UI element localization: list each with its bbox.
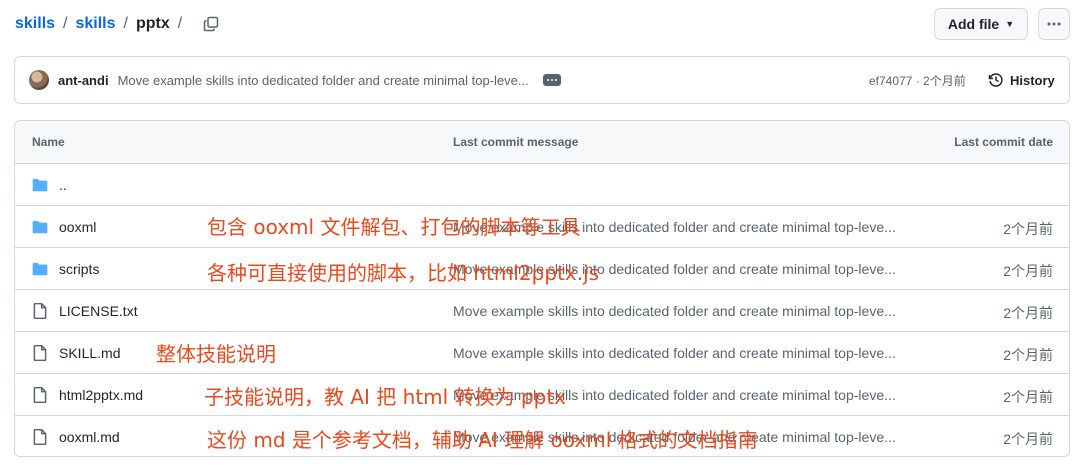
commit-message-link[interactable]: Move example skills into dedicated folde… bbox=[453, 303, 896, 319]
file-name-link[interactable]: html2pptx.md bbox=[59, 387, 143, 403]
commit-date: 2个月前 bbox=[1003, 305, 1053, 321]
annotation-ooxml-md: 这份 md 是个参考文档，辅助 AI 理解 ooxml 格式的文档指南 bbox=[207, 428, 758, 452]
table-row[interactable]: .. bbox=[15, 164, 1069, 206]
table-row[interactable]: LICENSE.txt Move example skills into dedi… bbox=[15, 290, 1069, 332]
breadcrumb-separator: / bbox=[177, 15, 183, 32]
file-icon bbox=[31, 386, 49, 404]
breadcrumb: skills / skills / pptx / bbox=[15, 13, 190, 35]
file-icon bbox=[31, 344, 49, 362]
table-header: Name Last commit message Last commit dat… bbox=[15, 121, 1069, 164]
avatar[interactable] bbox=[29, 70, 49, 90]
annotation-ooxml: 包含 ooxml 文件解包、打包的脚本等工具 bbox=[207, 215, 581, 239]
file-name-link[interactable]: LICENSE.txt bbox=[59, 303, 138, 319]
history-label: History bbox=[1010, 72, 1055, 88]
latest-commit-bar: ant-andi Move example skills into dedica… bbox=[14, 56, 1070, 104]
breadcrumb-current: pptx bbox=[135, 15, 170, 32]
history-link[interactable]: History bbox=[988, 72, 1055, 88]
expand-commit-icon[interactable] bbox=[542, 74, 561, 86]
file-name-link[interactable]: scripts bbox=[59, 261, 99, 277]
file-icon bbox=[31, 428, 49, 446]
column-header-name: Name bbox=[32, 135, 65, 149]
file-name-link[interactable]: SKILL.md bbox=[59, 345, 120, 361]
file-icon bbox=[31, 302, 49, 320]
breadcrumb-link-skills-folder[interactable]: skills bbox=[75, 15, 115, 33]
file-name-link[interactable]: .. bbox=[59, 177, 67, 193]
folder-icon bbox=[31, 176, 49, 194]
copy-icon bbox=[203, 16, 219, 32]
more-options-button[interactable] bbox=[1038, 8, 1070, 40]
folder-icon bbox=[31, 260, 49, 278]
kebab-horizontal-icon bbox=[1047, 22, 1061, 26]
commit-message-link[interactable]: Move example skills into dedicated folde… bbox=[453, 345, 896, 361]
annotation-html2pptx-md: 子技能说明，教 AI 把 html 转换为 pptx bbox=[204, 385, 566, 409]
add-file-label: Add file bbox=[947, 16, 1000, 32]
caret-down-icon: ▼ bbox=[1005, 19, 1015, 29]
commit-date: 2个月前 bbox=[1003, 347, 1053, 363]
breadcrumb-link-skills-repo[interactable]: skills bbox=[15, 15, 55, 33]
annotation-scripts: 各种可直接使用的脚本，比如 html2pptx.js bbox=[207, 261, 600, 285]
commit-author[interactable]: ant-andi bbox=[58, 73, 109, 88]
copy-path-button[interactable] bbox=[200, 13, 222, 35]
file-name-link[interactable]: ooxml.md bbox=[59, 429, 120, 445]
commit-sha-time[interactable]: ef74077 · 2个月前 bbox=[869, 72, 966, 89]
commit-date: 2个月前 bbox=[1003, 221, 1053, 237]
add-file-button[interactable]: Add file ▼ bbox=[934, 8, 1028, 40]
commit-message[interactable]: Move example skills into dedicated folde… bbox=[118, 73, 529, 88]
folder-icon bbox=[31, 218, 49, 236]
commit-date: 2个月前 bbox=[1003, 431, 1053, 447]
column-header-date: Last commit date bbox=[954, 135, 1053, 149]
breadcrumb-separator: / bbox=[123, 15, 128, 32]
column-header-message: Last commit message bbox=[453, 135, 579, 149]
commit-date: 2个月前 bbox=[1003, 263, 1053, 279]
file-name-link[interactable]: ooxml bbox=[59, 219, 96, 235]
commit-date: 2个月前 bbox=[1003, 389, 1053, 405]
breadcrumb-separator: / bbox=[63, 15, 68, 32]
history-icon bbox=[988, 73, 1003, 87]
annotation-skill-md: 整体技能说明 bbox=[156, 342, 276, 366]
